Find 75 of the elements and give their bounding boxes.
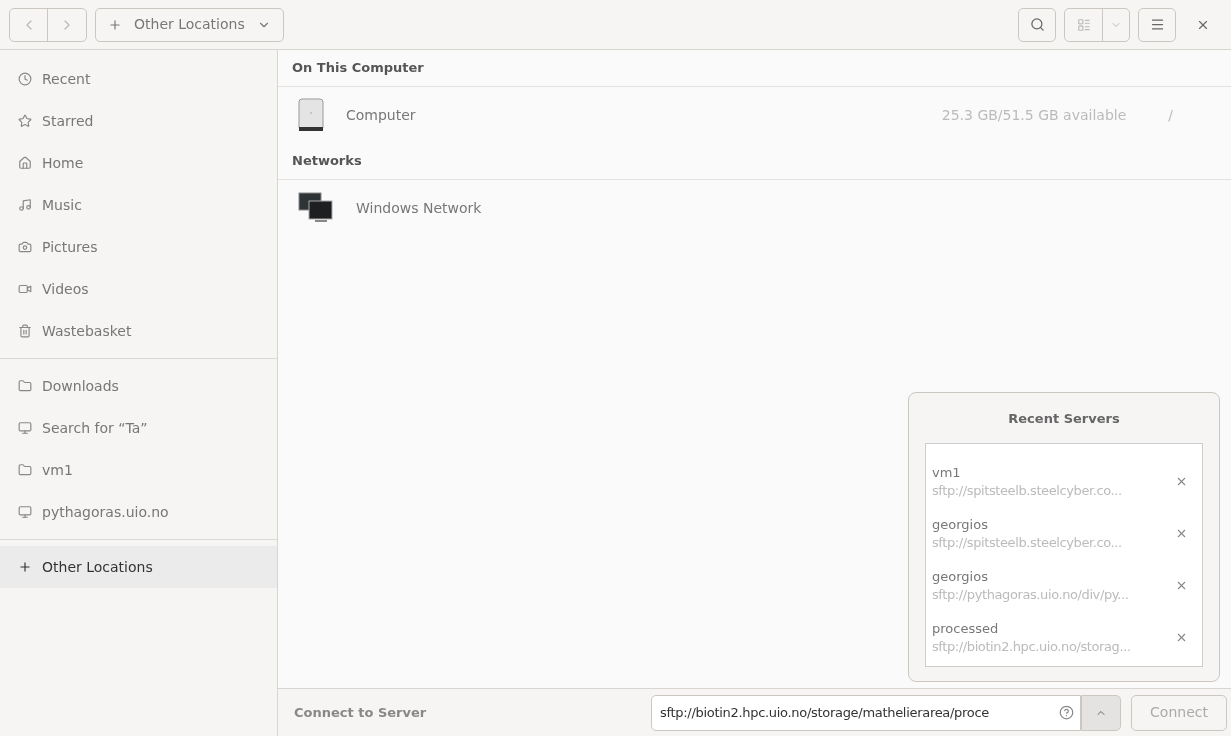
network-computers-icon xyxy=(298,192,334,224)
server-row[interactable]: processed sftp://biotin2.hpc.uio.no/storag... xyxy=(926,611,1202,664)
sidebar-label: vm1 xyxy=(42,460,73,480)
mount-path: / xyxy=(1168,105,1173,125)
server-name: vm1 xyxy=(932,463,962,482)
sidebar-item[interactable]: Wastebasket xyxy=(0,310,277,352)
music-note-icon xyxy=(18,198,32,212)
location-name: Computer xyxy=(346,105,417,125)
camera-icon xyxy=(18,240,32,254)
menu-icon xyxy=(1149,17,1165,32)
menu-button[interactable] xyxy=(1138,7,1176,42)
location-name: Windows Network xyxy=(356,198,483,218)
location-row[interactable]: Windows Network xyxy=(278,180,1231,236)
sidebar-item[interactable]: Pictures xyxy=(0,226,277,268)
section-heading: Networks xyxy=(278,143,1231,180)
sidebar-label: pythagoras.uio.no xyxy=(42,502,169,522)
monitor-icon xyxy=(18,421,32,435)
sidebar-item[interactable]: Home xyxy=(0,142,277,184)
plus-icon xyxy=(108,17,122,32)
help-icon xyxy=(1059,705,1074,720)
sidebar-item[interactable]: Starred xyxy=(0,100,277,142)
sidebar-item[interactable]: Videos xyxy=(0,268,277,310)
clock-icon xyxy=(18,72,32,86)
folder-icon xyxy=(18,379,32,393)
sidebar-item[interactable]: Recent xyxy=(0,58,277,100)
remove-icon xyxy=(1175,475,1188,488)
sidebar-item[interactable]: pythagoras.uio.no xyxy=(0,491,277,533)
section-heading: On This Computer xyxy=(278,50,1231,87)
monitor-icon xyxy=(18,505,32,519)
sidebar-label: Home xyxy=(42,153,84,173)
house-icon xyxy=(18,156,32,170)
video-camera-icon xyxy=(18,282,32,296)
storage-info: 25.3 GB/51.5 GB available xyxy=(941,105,1127,125)
sidebar-label: Search for “Ta” xyxy=(42,418,148,438)
remove-icon xyxy=(1175,527,1188,540)
remove-icon xyxy=(1175,631,1188,644)
server-uri: sftp://spitsteelb.steelcyber.co... xyxy=(932,533,1123,552)
server-row[interactable]: georgios sftp://pythagoras.uio.no/div/py... xyxy=(926,559,1202,612)
sidebar-label: Starred xyxy=(42,111,94,131)
sidebar-item[interactable]: vm1 xyxy=(0,449,277,491)
sidebar-item[interactable]: Downloads xyxy=(0,365,277,407)
sidebar-label: Recent xyxy=(42,69,91,89)
sidebar-item[interactable]: Music xyxy=(0,184,277,226)
plus-icon xyxy=(18,560,32,574)
sidebar-label: Videos xyxy=(42,279,89,299)
server-row[interactable]: georgios sftp://spitsteelb.steelcyber.co... xyxy=(926,507,1202,560)
popover-title: Recent Servers xyxy=(1008,410,1120,428)
search-icon xyxy=(1029,17,1045,32)
sidebar-item[interactable]: Search for “Ta” xyxy=(0,407,277,449)
server-name: georgios xyxy=(932,567,989,586)
server-uri: sftp://biotin2.hpc.uio.no/storag... xyxy=(932,637,1132,656)
star-icon xyxy=(18,114,32,128)
remove-icon xyxy=(1175,579,1188,592)
search-button[interactable] xyxy=(1018,7,1056,42)
trash-icon xyxy=(18,324,32,338)
connect-label: Connect to Server xyxy=(294,703,428,722)
server-name: georgios xyxy=(932,515,989,534)
connect-button[interactable]: Connect xyxy=(1131,694,1227,731)
server-name: processed xyxy=(932,619,1000,638)
sidebar-item[interactable]: Other Locations xyxy=(0,546,277,588)
server-row[interactable]: vm1 sftp://spitsteelb.steelcyber.co... xyxy=(926,455,1202,508)
location-row[interactable]: Computer 25.3 GB/51.5 GB available / xyxy=(278,87,1231,143)
hard-drive-icon xyxy=(298,98,324,132)
sidebar-label: Other Locations xyxy=(42,557,153,577)
server-address-field[interactable]: sftp://biotin2.hpc.uio.no/storage/mathelierarea/proce xyxy=(651,694,1081,731)
list-view-icon xyxy=(1076,17,1091,32)
server-uri: sftp://spitsteelb.steelcyber.co... xyxy=(932,481,1123,500)
server-uri: sftp://pythagoras.uio.no/div/py... xyxy=(932,585,1130,604)
sidebar-label: Downloads xyxy=(42,376,119,396)
recent-servers-button[interactable] xyxy=(1081,694,1121,731)
folder-icon xyxy=(18,463,32,477)
sidebar-label: Pictures xyxy=(42,237,98,257)
sidebar-label: Wastebasket xyxy=(42,321,132,341)
sidebar-label: Music xyxy=(42,195,82,215)
location-button[interactable]: Other Locations xyxy=(95,7,284,42)
